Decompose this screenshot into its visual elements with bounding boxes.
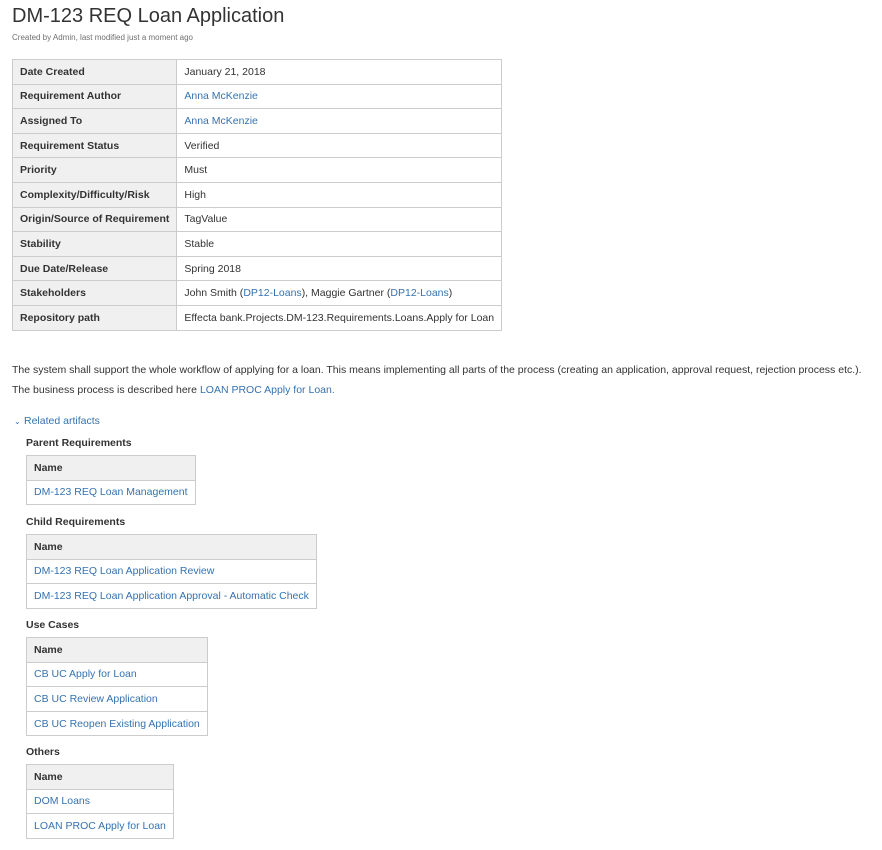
- table-row: Stability Stable: [11, 231, 503, 257]
- table-row: Requirement Status Verified: [11, 132, 503, 159]
- property-value: TagValue: [176, 206, 503, 233]
- property-label: Due Date/Release: [11, 255, 178, 282]
- table-row: CB UC Review Application: [26, 686, 208, 712]
- assignee-user-link[interactable]: Anna McKenzie: [184, 115, 258, 127]
- property-value: High: [176, 181, 503, 208]
- child-requirements-section: Child Requirements Name DM-123 REQ Loan …: [26, 516, 317, 609]
- table-row: CB UC Reopen Existing Application: [26, 710, 208, 737]
- section-title: Use Cases: [26, 619, 80, 631]
- table-row: LOAN PROC Apply for Loan: [26, 813, 174, 839]
- parent-requirements-section: Parent Requirements Name DM-123 REQ Loan…: [26, 437, 196, 506]
- table-cell: CB UC Review Application: [26, 686, 208, 712]
- name-column-header: Name: [26, 534, 317, 560]
- stakeholder-name: Maggie Gartner: [311, 287, 384, 300]
- property-label: Requirement Author: [11, 83, 178, 110]
- property-value: Spring 2018: [176, 255, 503, 282]
- use-cases-section: Use Cases Name CB UC Apply for Loan CB U…: [26, 619, 208, 737]
- property-value: Verified: [176, 132, 503, 159]
- property-value: Stable: [176, 231, 503, 257]
- property-label: Origin/Source of Requirement: [11, 206, 178, 233]
- table-row: CB UC Apply for Loan: [26, 661, 208, 688]
- table-cell: LOAN PROC Apply for Loan: [26, 813, 174, 839]
- page-byline: Created by Admin, last modified just a m…: [12, 33, 193, 42]
- table-header-row: Name: [26, 455, 196, 481]
- child-requirements-table: Name DM-123 REQ Loan Application Review …: [26, 534, 317, 609]
- parent-requirements-table: Name DM-123 REQ Loan Management: [26, 455, 196, 506]
- business-process-link[interactable]: LOAN PROC Apply for Loan.: [200, 384, 335, 396]
- table-row: Date Created January 21, 2018: [11, 59, 503, 85]
- artifact-link[interactable]: DM-123 REQ Loan Application Review: [34, 565, 214, 577]
- requirement-properties-table: Date Created January 21, 2018 Requiremen…: [11, 59, 503, 331]
- property-value: January 21, 2018: [176, 59, 503, 85]
- table-row: Assigned To Anna McKenzie: [11, 108, 503, 134]
- section-title: Parent Requirements: [26, 437, 132, 449]
- table-cell: CB UC Apply for Loan: [26, 661, 208, 688]
- property-value: Must: [176, 157, 503, 183]
- property-label: Date Created: [11, 59, 178, 85]
- section-title: Others: [26, 746, 60, 758]
- artifact-link[interactable]: DM-123 REQ Loan Application Approval - A…: [34, 590, 309, 602]
- table-row: DM-123 REQ Loan Application Review: [26, 558, 317, 585]
- artifact-link[interactable]: CB UC Apply for Loan: [34, 668, 137, 680]
- chevron-down-icon: ⌄: [14, 417, 21, 426]
- property-label: Assigned To: [11, 108, 178, 134]
- table-row: DOM Loans: [26, 788, 174, 815]
- property-label: Repository path: [11, 304, 178, 331]
- artifact-link[interactable]: DM-123 REQ Loan Management: [34, 486, 188, 498]
- requirement-description: The system shall support the whole workf…: [12, 360, 862, 400]
- artifact-link[interactable]: LOAN PROC Apply for Loan: [34, 820, 166, 832]
- property-value: Anna McKenzie: [176, 83, 503, 110]
- description-prefix: The business process is described here: [12, 384, 198, 396]
- table-row: Repository path Effecta bank.Projects.DM…: [11, 304, 503, 331]
- related-artifacts-toggle[interactable]: ⌄ Related artifacts: [14, 415, 100, 427]
- table-row: DM-123 REQ Loan Management: [26, 479, 196, 506]
- name-column-header: Name: [26, 764, 174, 790]
- artifact-link[interactable]: CB UC Review Application: [34, 693, 158, 705]
- page-title: DM-123 REQ Loan Application: [12, 5, 285, 27]
- description-text: The system shall support the whole workf…: [12, 364, 862, 376]
- table-cell: DM-123 REQ Loan Management: [26, 479, 196, 506]
- table-header-row: Name: [26, 764, 174, 790]
- table-row: Complexity/Difficulty/Risk High: [11, 181, 503, 208]
- stakeholder-group-link[interactable]: DP12-Loans: [243, 287, 301, 299]
- table-row: Priority Must: [11, 157, 503, 183]
- others-section: Others Name DOM Loans LOAN PROC Apply fo…: [26, 746, 174, 839]
- table-cell: DM-123 REQ Loan Application Review: [26, 558, 317, 585]
- section-title: Child Requirements: [26, 516, 126, 528]
- name-column-header: Name: [26, 637, 208, 663]
- property-label: Stability: [11, 231, 178, 257]
- table-row: Stakeholders John Smith (DP12-Loans), Ma…: [11, 280, 503, 306]
- description-process-line: The business process is described here L…: [12, 380, 862, 400]
- name-column-header: Name: [26, 455, 196, 481]
- related-artifacts-label[interactable]: Related artifacts: [24, 415, 100, 427]
- table-row: Due Date/Release Spring 2018: [11, 255, 503, 282]
- author-user-link[interactable]: Anna McKenzie: [184, 90, 258, 102]
- property-value: Anna McKenzie: [176, 108, 503, 134]
- table-cell: CB UC Reopen Existing Application: [26, 710, 208, 737]
- table-row: DM-123 REQ Loan Application Approval - A…: [26, 583, 317, 609]
- use-cases-table: Name CB UC Apply for Loan CB UC Review A…: [26, 637, 208, 737]
- table-row: Requirement Author Anna McKenzie: [11, 83, 503, 110]
- stakeholders-value: John Smith (DP12-Loans), Maggie Gartner …: [176, 280, 503, 306]
- table-row: Origin/Source of Requirement TagValue: [11, 206, 503, 233]
- table-header-row: Name: [26, 534, 317, 560]
- artifact-link[interactable]: CB UC Reopen Existing Application: [34, 718, 200, 730]
- property-label: Requirement Status: [11, 132, 178, 159]
- stakeholder-name: John Smith: [184, 287, 237, 300]
- others-table: Name DOM Loans LOAN PROC Apply for Loan: [26, 764, 174, 839]
- property-label: Stakeholders: [11, 280, 178, 306]
- property-label: Priority: [11, 157, 178, 183]
- table-cell: DM-123 REQ Loan Application Approval - A…: [26, 583, 317, 609]
- table-header-row: Name: [26, 637, 208, 663]
- property-value: Effecta bank.Projects.DM-123.Requirement…: [176, 304, 503, 331]
- property-label: Complexity/Difficulty/Risk: [11, 181, 178, 208]
- table-cell: DOM Loans: [26, 788, 174, 815]
- artifact-link[interactable]: DOM Loans: [34, 795, 90, 807]
- stakeholder-group-link[interactable]: DP12-Loans: [390, 287, 448, 299]
